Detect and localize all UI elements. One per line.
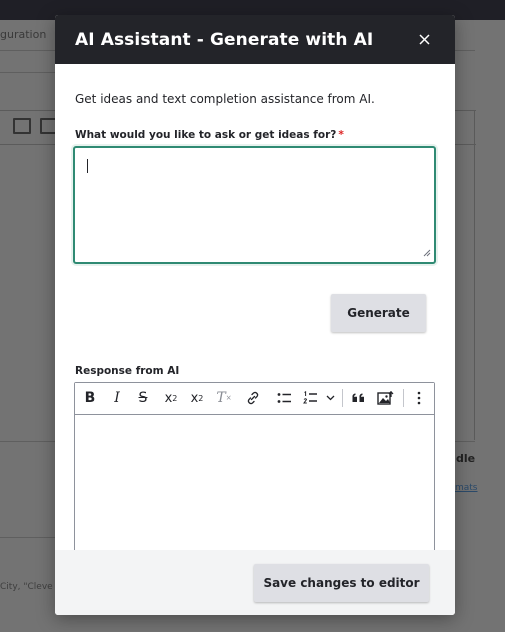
background-hint-text: City, "Cleve xyxy=(0,582,53,592)
link-icon[interactable] xyxy=(244,387,262,409)
subscript-icon[interactable]: x2 xyxy=(187,387,207,409)
dialog-footer: Save changes to editor xyxy=(55,550,455,615)
background-divider xyxy=(0,50,55,51)
background-tab-label: guration xyxy=(0,28,47,41)
prompt-input[interactable] xyxy=(73,146,436,264)
background-divider xyxy=(0,537,55,538)
background-label: dle xyxy=(456,452,476,465)
italic-icon[interactable]: I xyxy=(108,387,126,409)
toolbar-separator xyxy=(342,389,343,407)
response-label: Response from AI xyxy=(75,365,180,377)
background-divider xyxy=(0,72,55,73)
resize-grip-icon[interactable] xyxy=(423,249,431,257)
background-divider xyxy=(0,441,55,442)
numbered-list-icon[interactable] xyxy=(301,387,319,409)
bold-icon[interactable]: B xyxy=(81,387,99,409)
superscript-icon[interactable]: x2 xyxy=(161,387,181,409)
generate-button[interactable]: Generate xyxy=(331,294,426,332)
block-quote-icon[interactable] xyxy=(349,387,367,409)
prompt-label-text: What would you like to ask or get ideas … xyxy=(75,129,337,141)
bulleted-list-icon[interactable] xyxy=(275,387,293,409)
remove-format-icon[interactable]: T × xyxy=(215,387,233,409)
response-editor: B I S x2 x2 T × xyxy=(74,382,435,552)
close-icon xyxy=(418,34,430,45)
prompt-label: What would you like to ask or get ideas … xyxy=(75,129,344,141)
dialog-title: AI Assistant - Generate with AI xyxy=(75,29,374,50)
dialog-intro-text: Get ideas and text completion assistance… xyxy=(75,92,375,106)
ai-assistant-dialog: AI Assistant - Generate with AI Get idea… xyxy=(55,15,455,615)
required-marker: * xyxy=(338,129,344,141)
background-image-icon xyxy=(13,118,31,134)
background-divider xyxy=(455,441,475,442)
close-button[interactable] xyxy=(413,29,435,51)
save-changes-button[interactable]: Save changes to editor xyxy=(254,564,429,602)
background-link: mats xyxy=(455,483,478,493)
dialog-header: AI Assistant - Generate with AI xyxy=(55,15,455,64)
response-editor-content[interactable] xyxy=(75,415,434,553)
toolbar-separator xyxy=(403,389,404,407)
text-caret xyxy=(87,159,88,173)
insert-image-icon[interactable] xyxy=(375,387,395,409)
background-divider xyxy=(455,50,475,51)
chevron-down-icon[interactable] xyxy=(324,387,336,409)
strikethrough-icon[interactable]: S xyxy=(134,387,152,409)
background-editor-edge xyxy=(474,110,475,440)
response-editor-toolbar: B I S x2 x2 T × xyxy=(75,383,434,415)
more-options-icon[interactable] xyxy=(411,387,427,409)
